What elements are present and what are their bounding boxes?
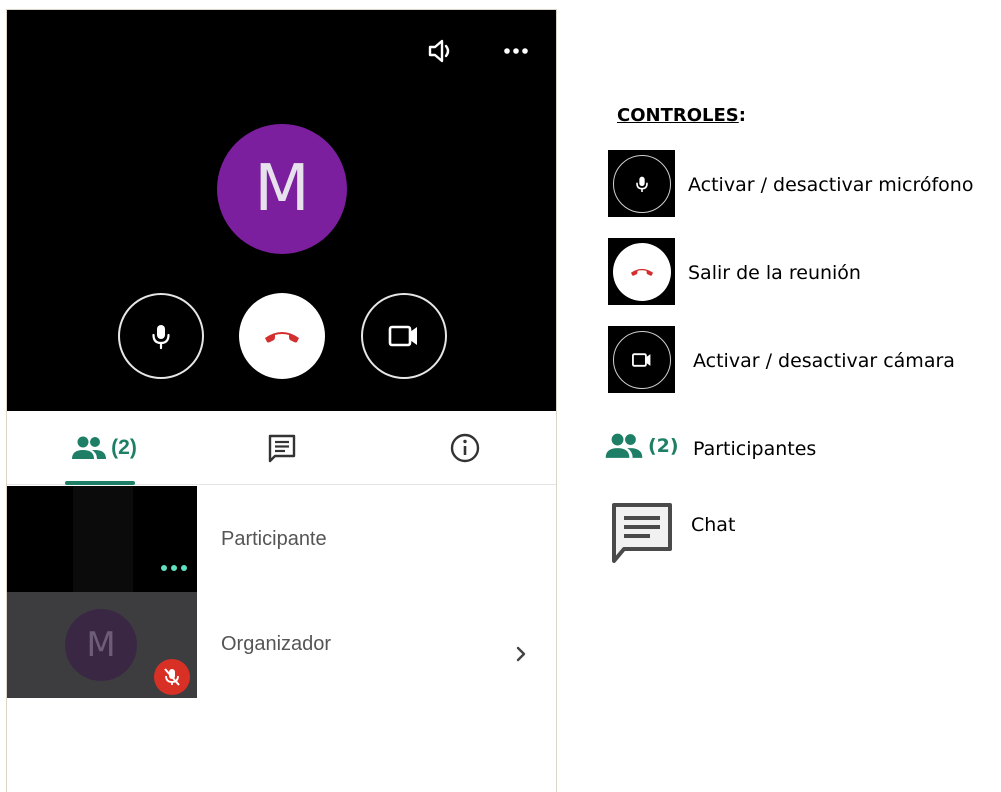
mic-off-icon bbox=[164, 668, 180, 686]
legend-label-camera: Activar / desactivar cámara bbox=[693, 350, 955, 372]
tab-participants[interactable]: (2) bbox=[49, 411, 159, 485]
hangup-icon bbox=[630, 268, 653, 276]
speaker-icon[interactable] bbox=[424, 34, 458, 68]
people-icon bbox=[605, 433, 643, 458]
legend-participants-icon: (2) bbox=[604, 432, 679, 460]
chevron-right-icon[interactable] bbox=[513, 644, 529, 664]
participant-row[interactable]: M Organizador bbox=[7, 592, 556, 698]
legend-participant-count: (2) bbox=[648, 435, 679, 457]
legend-hangup-swatch bbox=[608, 238, 675, 305]
chat-icon bbox=[612, 503, 672, 563]
info-icon bbox=[450, 433, 480, 463]
legend-title: CONTROLES: bbox=[617, 105, 746, 126]
participant-name: Participante bbox=[221, 528, 327, 550]
hangup-button[interactable] bbox=[239, 293, 325, 379]
camera-icon bbox=[631, 352, 650, 367]
legend-label-chat: Chat bbox=[691, 514, 736, 536]
legend-label-hangup: Salir de la reunión bbox=[688, 262, 861, 284]
participant-count: (2) bbox=[111, 436, 137, 459]
participant-thumbnail: M bbox=[7, 592, 197, 698]
chat-icon bbox=[268, 434, 296, 463]
participant-row[interactable]: Participante bbox=[7, 486, 556, 592]
legend-camera-swatch bbox=[608, 326, 675, 393]
mic-icon bbox=[152, 325, 170, 350]
tab-chat[interactable] bbox=[247, 411, 317, 485]
video-area: M bbox=[7, 10, 556, 411]
tab-info[interactable] bbox=[433, 411, 497, 485]
legend-label-participants: Participantes bbox=[693, 438, 817, 460]
muted-badge bbox=[154, 659, 190, 695]
camera-icon bbox=[388, 325, 417, 347]
participant-thumbnail bbox=[7, 486, 197, 592]
participant-name: Organizador bbox=[221, 633, 332, 655]
avatar: M bbox=[65, 609, 137, 681]
main-avatar: M bbox=[217, 124, 347, 254]
mic-icon bbox=[635, 176, 648, 192]
legend-mic-swatch bbox=[608, 150, 675, 217]
legend-label-mic: Activar / desactivar micrófono bbox=[688, 174, 974, 196]
tab-bar: (2) bbox=[7, 411, 556, 485]
camera-button[interactable] bbox=[361, 293, 447, 379]
hangup-icon bbox=[265, 332, 299, 343]
more-options-icon[interactable] bbox=[159, 562, 189, 574]
microphone-button[interactable] bbox=[118, 293, 204, 379]
active-tab-indicator bbox=[65, 481, 135, 485]
more-options-icon[interactable] bbox=[499, 34, 533, 68]
meeting-panel: M (2) Participante M Organizador bbox=[6, 9, 557, 792]
people-icon bbox=[72, 436, 107, 459]
